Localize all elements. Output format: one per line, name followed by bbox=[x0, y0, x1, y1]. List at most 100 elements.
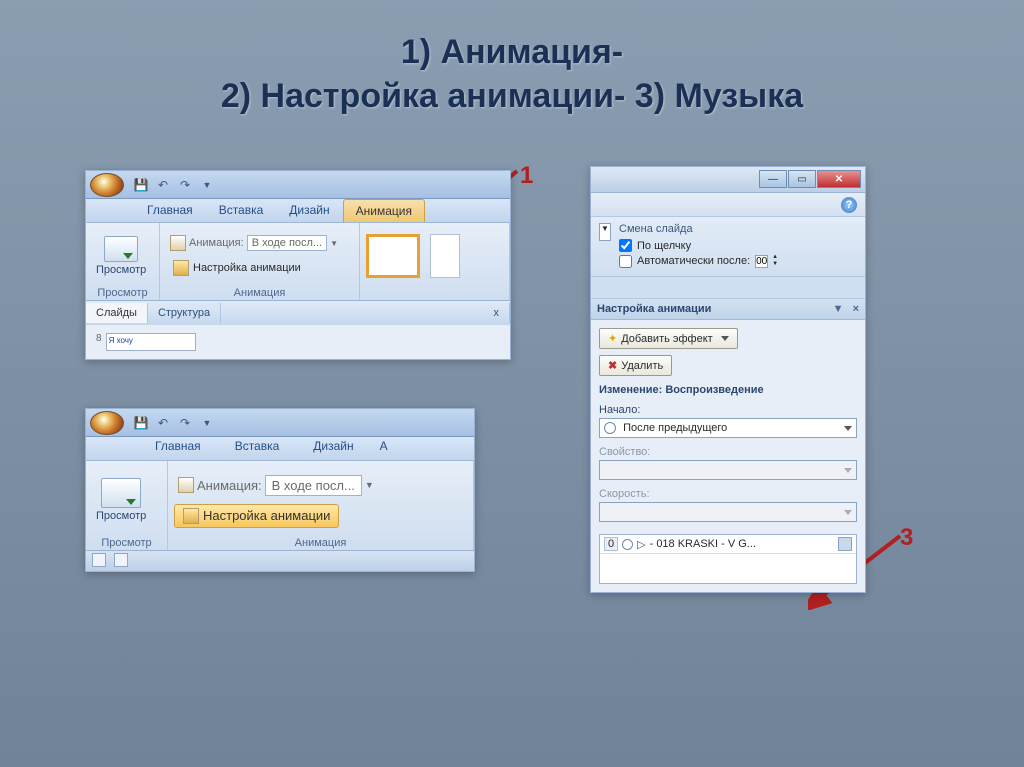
window-controls: — ▭ ✕ bbox=[591, 167, 865, 193]
animation-settings-button[interactable]: Настройка анимации bbox=[174, 504, 339, 528]
tab-insert[interactable]: Вставка bbox=[206, 198, 277, 222]
animation-settings-label: Настройка анимации bbox=[193, 262, 301, 274]
nav-pane-tabs: Слайды Структура x bbox=[86, 301, 510, 325]
preview-label: Просмотр bbox=[96, 264, 146, 276]
spinner-up-icon[interactable]: ▲ bbox=[772, 254, 778, 261]
save-icon[interactable]: 💾 bbox=[132, 176, 150, 194]
page-title: 1) Анимация- 2) Настройка анимации- 3) М… bbox=[0, 0, 1024, 118]
undo-icon[interactable]: ↶ bbox=[154, 176, 172, 194]
effect-index: 0 bbox=[604, 537, 618, 551]
effect-list: 0 ▷ - 018 KRASKI - V G... bbox=[599, 534, 857, 584]
help-icon[interactable]: ? bbox=[841, 197, 857, 213]
chevron-down-icon bbox=[844, 468, 852, 473]
transition-none[interactable] bbox=[366, 234, 420, 278]
qat-dropdown-icon[interactable]: ▼ bbox=[198, 176, 216, 194]
animation-dropdown[interactable]: Анимация: В ходе посл... ▼ bbox=[166, 233, 342, 253]
auto-after-time[interactable] bbox=[755, 255, 768, 268]
chevron-down-icon[interactable]: ▼ bbox=[599, 223, 611, 241]
ribbon-body: Просмотр Просмотр Анимация: В ходе посл.… bbox=[86, 461, 474, 551]
ribbon-body: Просмотр Просмотр Анимация: В ходе посл.… bbox=[86, 223, 510, 301]
auto-after-checkbox[interactable]: Автоматически после: ▲ ▼ bbox=[619, 254, 857, 268]
animation-dd-label: Анимация: bbox=[189, 237, 244, 249]
title-line-1: 1) Анимация- bbox=[0, 30, 1024, 74]
navtab-close[interactable]: x bbox=[484, 303, 511, 323]
preview-button[interactable]: Просмотр bbox=[92, 476, 150, 524]
add-effect-button[interactable]: ✦ Добавить эффект bbox=[599, 328, 738, 349]
animation-icon bbox=[178, 477, 194, 493]
speed-label: Скорость: bbox=[599, 488, 857, 500]
taskpane-menu-icon[interactable]: ▼ bbox=[833, 303, 844, 315]
statusbar-fragment bbox=[86, 551, 474, 571]
effect-item[interactable]: 0 ▷ - 018 KRASKI - V G... bbox=[600, 535, 856, 554]
preview-button[interactable]: Просмотр bbox=[92, 234, 150, 278]
taskpane-close-icon[interactable]: × bbox=[853, 303, 859, 315]
animation-settings-button[interactable]: Настройка анимации bbox=[166, 257, 308, 279]
tab-animation[interactable]: Анимация bbox=[343, 199, 425, 222]
transition-heading: Смена слайда bbox=[619, 223, 857, 235]
start-label: Начало: bbox=[599, 404, 857, 416]
group-animation-label: Анимация bbox=[166, 285, 353, 299]
speed-dropdown bbox=[599, 502, 857, 522]
quick-access-toolbar: 💾 ↶ ↷ ▼ bbox=[86, 171, 510, 199]
on-click-input[interactable] bbox=[619, 239, 632, 252]
tab-design[interactable]: Дизайн bbox=[276, 198, 342, 222]
tab-insert[interactable]: Вставка bbox=[218, 432, 297, 460]
close-button[interactable]: ✕ bbox=[817, 170, 861, 188]
animation-dropdown[interactable]: Анимация: В ходе посл... ▼ bbox=[174, 473, 378, 498]
change-heading: Изменение: Воспроизведение bbox=[599, 384, 857, 396]
animation-icon bbox=[170, 235, 186, 251]
slide-number: 8 bbox=[96, 333, 102, 344]
tab-home[interactable]: Главная bbox=[134, 198, 206, 222]
slide-thumb-content: Я хочу bbox=[106, 333, 196, 351]
group-preview-label: Просмотр bbox=[92, 285, 153, 299]
chevron-down-icon bbox=[721, 336, 729, 341]
redo-icon[interactable]: ↷ bbox=[176, 414, 194, 432]
ribbon-tabs: Главная Вставка Дизайн А bbox=[86, 437, 474, 461]
clock-icon bbox=[622, 539, 633, 550]
effect-item-menu-icon[interactable] bbox=[838, 537, 852, 551]
qat-dropdown-icon[interactable]: ▼ bbox=[198, 414, 216, 432]
preview-label: Просмотр bbox=[96, 510, 146, 522]
on-click-label: По щелчку bbox=[637, 240, 691, 252]
group-animation-label: Анимация bbox=[174, 535, 467, 549]
tab-animation-cut[interactable]: А bbox=[371, 432, 397, 460]
chevron-down-icon: ▼ bbox=[330, 239, 338, 248]
animation-dd-value: В ходе посл... bbox=[265, 475, 362, 496]
callout-3: 3 bbox=[900, 524, 913, 552]
clock-icon bbox=[604, 422, 616, 434]
office-button[interactable] bbox=[90, 411, 124, 435]
callout-1: 1 bbox=[520, 162, 533, 190]
maximize-button[interactable]: ▭ bbox=[788, 170, 816, 188]
transition-item[interactable] bbox=[430, 234, 460, 278]
taskpane-body: ✦ Добавить эффект ✖ Удалить Изменение: В… bbox=[591, 320, 865, 592]
help-row: ? bbox=[591, 193, 865, 217]
animation-dd-value: В ходе посл... bbox=[247, 235, 327, 251]
spinner-down-icon[interactable]: ▼ bbox=[772, 261, 778, 268]
star-icon: ✦ bbox=[608, 332, 617, 345]
office-button[interactable] bbox=[90, 173, 124, 197]
transition-gallery[interactable] bbox=[366, 227, 503, 285]
transition-section: ▼ Смена слайда По щелчку Автоматически п… bbox=[591, 217, 865, 277]
slide-thumbnail[interactable]: 8 Я хочу bbox=[94, 331, 502, 353]
remove-icon: ✖ bbox=[608, 359, 617, 372]
tab-home[interactable]: Главная bbox=[138, 432, 218, 460]
tab-design[interactable]: Дизайн bbox=[296, 432, 370, 460]
remove-button[interactable]: ✖ Удалить bbox=[599, 355, 672, 376]
auto-after-input[interactable] bbox=[619, 255, 632, 268]
screenshot-1: 💾 ↶ ↷ ▼ Главная Вставка Дизайн Анимация … bbox=[85, 170, 511, 360]
preview-icon bbox=[101, 478, 141, 508]
start-dropdown[interactable]: После предыдущего bbox=[599, 418, 857, 438]
preview-icon bbox=[104, 236, 138, 262]
navtab-slides[interactable]: Слайды bbox=[86, 303, 148, 323]
save-icon[interactable]: 💾 bbox=[132, 414, 150, 432]
view-sorter-icon[interactable] bbox=[114, 553, 128, 567]
redo-icon[interactable]: ↷ bbox=[176, 176, 194, 194]
start-value: После предыдущего bbox=[623, 422, 727, 434]
on-click-checkbox[interactable]: По щелчку bbox=[619, 239, 857, 252]
title-line-2: 2) Настройка анимации- 3) Музыка bbox=[0, 74, 1024, 118]
minimize-button[interactable]: — bbox=[759, 170, 787, 188]
navtab-outline[interactable]: Структура bbox=[148, 303, 221, 323]
undo-icon[interactable]: ↶ bbox=[154, 414, 172, 432]
chevron-down-icon bbox=[844, 510, 852, 515]
view-normal-icon[interactable] bbox=[92, 553, 106, 567]
